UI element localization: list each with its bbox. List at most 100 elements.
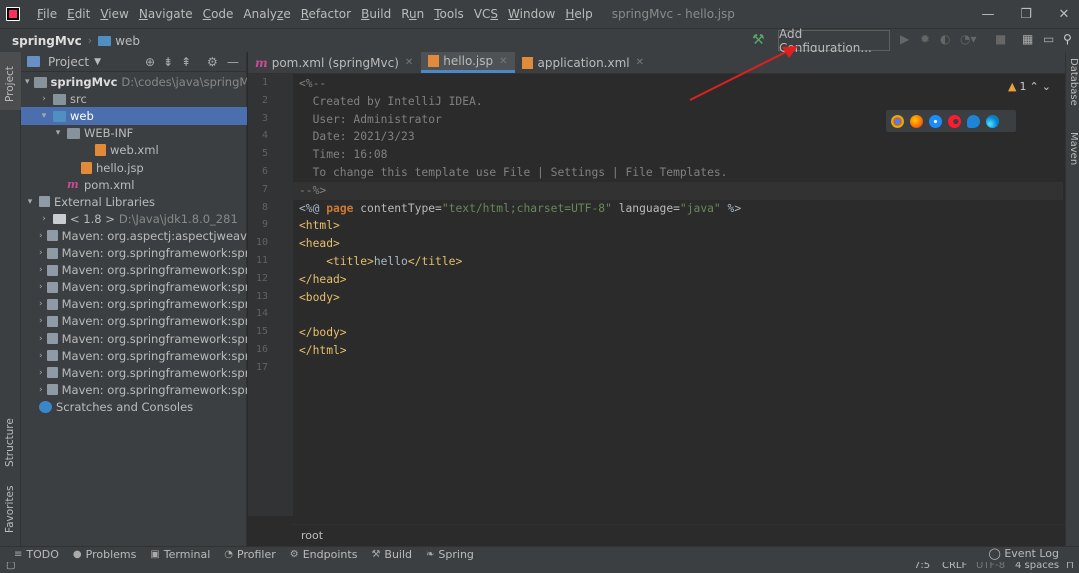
chevron-right-icon[interactable]: › xyxy=(39,214,49,224)
indent-setting[interactable]: 4 spaces xyxy=(1015,562,1059,571)
tree-item[interactable]: hello.jsp xyxy=(21,159,247,177)
run-icon[interactable]: ▶ xyxy=(900,32,909,46)
next-highlight-icon[interactable]: ⌄ xyxy=(1042,80,1051,93)
close-icon[interactable]: ✕ xyxy=(405,57,413,68)
tool-window-button[interactable]: ● Problems xyxy=(73,548,136,561)
tree-item[interactable]: ▾ springMvcD:\codes\java\springMvc xyxy=(21,73,247,91)
tree-item[interactable]: ▾ External Libraries xyxy=(21,193,247,211)
add-configuration-button[interactable]: Add Configuration... xyxy=(778,27,890,55)
locate-icon[interactable]: ⊕ xyxy=(145,55,155,69)
chevron-down-icon[interactable]: ▼ xyxy=(94,57,101,67)
restore-button[interactable]: ❐ xyxy=(1006,0,1046,28)
internet-explorer-icon[interactable] xyxy=(967,114,980,128)
safari-icon[interactable] xyxy=(929,114,942,128)
chevron-down-icon[interactable]: ▾ xyxy=(25,77,30,87)
tree-item[interactable]: › Maven: org.springframework:spring- xyxy=(21,278,247,296)
menu-item[interactable]: Window xyxy=(503,0,560,28)
tree-item[interactable]: › < 1.8 > D:\Java\jdk1.8.0_281 xyxy=(21,210,247,228)
breadcrumb-web[interactable]: web xyxy=(98,34,140,48)
editor-tab[interactable]: hello.jsp ✕ xyxy=(421,52,516,73)
coverage-icon[interactable]: ◐ xyxy=(940,32,950,46)
inspection-widget[interactable]: ▲ 1 ⌃ ⌄ xyxy=(1008,80,1061,93)
menu-item[interactable]: Analyze xyxy=(238,0,295,28)
chevron-right-icon[interactable]: › xyxy=(39,385,43,395)
chevron-down-icon[interactable]: ▾ xyxy=(25,197,35,207)
menu-item[interactable]: Navigate xyxy=(134,0,198,28)
event-log-button[interactable]: ◯ Event Log xyxy=(989,547,1059,560)
expand-all-icon[interactable]: ⇟ xyxy=(163,55,173,69)
chrome-icon[interactable] xyxy=(891,114,904,128)
chevron-right-icon[interactable]: › xyxy=(39,316,43,326)
menu-item[interactable]: Tools xyxy=(429,0,469,28)
run-options-icon[interactable]: ◔▾ xyxy=(960,32,977,46)
lock-icon[interactable]: ⊓ xyxy=(1066,562,1074,571)
chevron-right-icon[interactable]: › xyxy=(39,351,43,361)
tool-window-button[interactable]: ⚒ Build xyxy=(371,548,412,561)
breadcrumb-root[interactable]: root xyxy=(301,529,323,542)
collapse-all-icon[interactable]: ⇞ xyxy=(181,55,191,69)
close-button[interactable]: ✕ xyxy=(1044,0,1079,28)
tree-item[interactable]: › Maven: org.springframework:spring- xyxy=(21,330,247,348)
project-tool-tab[interactable]: Project xyxy=(0,52,21,110)
menu-item[interactable]: Refactor xyxy=(296,0,356,28)
tree-item[interactable]: ▾ WEB-INF xyxy=(21,124,247,142)
menu-item[interactable]: VCS xyxy=(469,0,503,28)
breadcrumb-project[interactable]: springMvc xyxy=(12,34,82,48)
tree-item[interactable]: › Maven: org.springframework:spring- xyxy=(21,312,247,330)
chevron-right-icon[interactable]: › xyxy=(39,368,43,378)
chevron-right-icon[interactable]: › xyxy=(39,299,43,309)
tree-item[interactable]: ▾ web xyxy=(21,107,247,126)
tree-item[interactable]: web.xml xyxy=(21,141,247,159)
chevron-right-icon[interactable]: › xyxy=(39,231,43,241)
editor-tab[interactable]: application.xml ✕ xyxy=(515,52,652,73)
hide-panel-icon[interactable]: — xyxy=(227,55,239,69)
line-separator[interactable]: CRLF xyxy=(942,562,967,571)
file-encoding[interactable]: UTF-8 xyxy=(976,562,1005,571)
firefox-icon[interactable] xyxy=(910,114,923,128)
tree-item[interactable]: › Maven: org.springframework:spring- xyxy=(21,347,247,365)
close-icon[interactable]: ✕ xyxy=(636,57,644,68)
chevron-right-icon[interactable]: › xyxy=(39,265,43,275)
minimize-button[interactable]: — xyxy=(968,0,1008,28)
close-icon[interactable]: ✕ xyxy=(499,56,507,67)
favorites-tool-tab[interactable]: Favorites xyxy=(0,477,21,537)
window-layout-icon[interactable]: ▭ xyxy=(1043,32,1054,46)
caret-position[interactable]: 7:5 xyxy=(914,562,930,571)
tool-window-button[interactable]: ≡ TODO xyxy=(14,548,59,561)
chevron-right-icon[interactable]: › xyxy=(39,282,43,292)
chevron-down-icon[interactable]: ▾ xyxy=(53,128,63,138)
menu-item[interactable]: File xyxy=(32,0,62,28)
structure-tool-tab[interactable]: Structure xyxy=(0,407,21,471)
build-hammer-icon[interactable]: ⚒ xyxy=(752,32,765,48)
opera-icon[interactable] xyxy=(948,114,961,128)
gear-icon[interactable]: ⚙ xyxy=(207,55,218,69)
editor-tab[interactable]: m pom.xml (springMvc) ✕ xyxy=(248,52,421,73)
chevron-right-icon[interactable]: › xyxy=(39,248,43,258)
tree-item[interactable]: › Maven: org.aspectj:aspectjweaver:1.9 xyxy=(21,227,247,245)
search-icon[interactable]: ⚲ xyxy=(1063,32,1072,46)
tool-window-button[interactable]: ◔ Profiler xyxy=(224,548,275,561)
menu-item[interactable]: Run xyxy=(396,0,429,28)
chevron-right-icon[interactable]: › xyxy=(39,334,43,344)
tree-item[interactable]: m pom.xml xyxy=(21,176,247,194)
menu-item[interactable]: Code xyxy=(198,0,239,28)
tree-item[interactable]: › src xyxy=(21,90,247,108)
project-view-selector[interactable]: Project xyxy=(48,55,89,69)
debug-icon[interactable]: ✹ xyxy=(920,32,930,46)
tree-item[interactable]: Scratches and Consoles xyxy=(21,398,247,416)
tool-window-button[interactable]: ▣ Terminal xyxy=(150,548,210,561)
chevron-right-icon[interactable]: › xyxy=(39,94,49,104)
tree-item[interactable]: › Maven: org.springframework:spring- xyxy=(21,261,247,279)
tree-item[interactable]: › Maven: org.springframework:spring- xyxy=(21,364,247,382)
stop-icon[interactable]: ■ xyxy=(995,32,1006,46)
tree-item[interactable]: › Maven: org.springframework:spring- xyxy=(21,244,247,262)
menu-item[interactable]: Build xyxy=(356,0,396,28)
tree-item[interactable]: › Maven: org.springframework:spring- xyxy=(21,295,247,313)
code-editor[interactable]: <%-- Created by IntelliJ IDEA. User: Adm… xyxy=(293,74,1065,516)
tool-window-button[interactable]: ❧ Spring xyxy=(426,548,474,561)
menu-item[interactable]: View xyxy=(95,0,133,28)
menu-item[interactable]: Help xyxy=(560,0,597,28)
project-structure-icon[interactable]: ▦ xyxy=(1022,32,1033,46)
tool-windows-icon[interactable]: ▢ xyxy=(6,562,15,571)
edge-icon[interactable] xyxy=(986,114,999,128)
